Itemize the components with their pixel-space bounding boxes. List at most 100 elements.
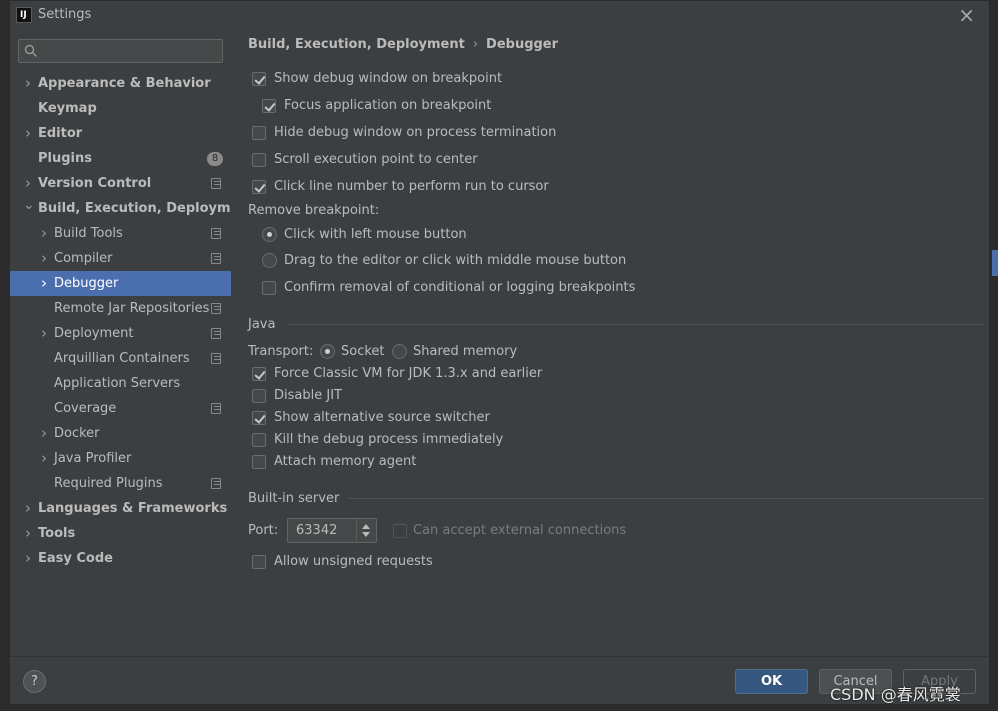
project-scope-icon: [211, 253, 221, 264]
sidebar-item-label: Application Servers: [54, 376, 181, 391]
hide-debug-window-checkbox[interactable]: [252, 126, 266, 140]
show-debug-window-checkbox[interactable]: [252, 72, 266, 86]
disable-jit-label: Disable JIT: [274, 388, 342, 403]
unsigned-requests-checkbox[interactable]: [252, 555, 266, 569]
sidebar-item-label: Required Plugins: [54, 476, 163, 491]
close-icon[interactable]: ×: [958, 3, 975, 27]
chevron-right-icon[interactable]: ›: [23, 521, 33, 546]
sidebar-item-languages-frameworks[interactable]: › Languages & Frameworks: [10, 496, 231, 521]
sidebar-item-editor[interactable]: › Editor: [10, 121, 231, 146]
breadcrumb-parent[interactable]: Build, Execution, Deployment: [248, 37, 465, 52]
chevron-down-icon[interactable]: ⌄: [23, 196, 35, 221]
sidebar-item-label: Build Tools: [54, 226, 123, 241]
help-button[interactable]: ?: [23, 670, 46, 693]
chevron-right-icon[interactable]: ›: [23, 496, 33, 521]
sidebar-item-deployment[interactable]: › Deployment: [10, 321, 231, 346]
settings-sidebar: › Appearance & Behavior Keymap › Editor Plugi…: [10, 30, 255, 656]
sidebar-item-arquillian-containers[interactable]: Arquillian Containers: [10, 346, 231, 371]
chevron-right-icon[interactable]: ›: [39, 271, 49, 296]
chevron-right-icon[interactable]: ›: [23, 71, 33, 96]
sidebar-item-label: Languages & Frameworks: [38, 501, 228, 516]
sidebar-item-java-profiler[interactable]: › Java Profiler: [10, 446, 231, 471]
shared-memory-label[interactable]: Shared memory: [413, 343, 517, 361]
chevron-right-icon[interactable]: ›: [39, 321, 49, 346]
project-scope-icon: [211, 228, 221, 239]
sidebar-item-keymap[interactable]: Keymap: [10, 96, 231, 121]
confirm-removal-label: Confirm removal of conditional or loggin…: [284, 280, 636, 295]
sidebar-item-label: Plugins: [38, 151, 92, 166]
port-spinner[interactable]: [356, 519, 376, 542]
sidebar-item-plugins[interactable]: Plugins 8: [10, 146, 231, 171]
project-scope-icon: [211, 353, 221, 364]
chevron-right-icon[interactable]: ›: [39, 421, 49, 446]
remove-drag-label: Drag to the editor or click with middle …: [284, 253, 627, 268]
attach-memory-agent-label: Attach memory agent: [274, 454, 417, 469]
chevron-right-icon[interactable]: ›: [23, 171, 33, 196]
port-value[interactable]: 63342: [296, 523, 337, 538]
scroll-execution-checkbox[interactable]: [252, 153, 266, 167]
java-section-title: Java: [248, 317, 276, 332]
sidebar-item-required-plugins[interactable]: Required Plugins: [10, 471, 231, 496]
kill-process-checkbox[interactable]: [252, 433, 266, 447]
socket-label[interactable]: Socket: [341, 343, 385, 361]
focus-application-label: Focus application on breakpoint: [284, 98, 492, 113]
remove-drag-radio[interactable]: [262, 253, 277, 268]
attach-memory-agent-checkbox[interactable]: [252, 455, 266, 469]
chevron-right-icon[interactable]: ›: [23, 546, 33, 571]
chevron-right-icon[interactable]: ›: [23, 121, 33, 146]
spinner-down-icon[interactable]: [362, 532, 370, 537]
sidebar-item-debugger[interactable]: › Debugger: [10, 271, 231, 296]
port-field[interactable]: 63342: [287, 518, 377, 543]
project-scope-icon: [211, 478, 221, 489]
alt-source-switcher-checkbox[interactable]: [252, 411, 266, 425]
hide-debug-window-label: Hide debug window on process termination: [274, 125, 557, 140]
alt-source-switcher-label: Show alternative source switcher: [274, 410, 490, 425]
chevron-right-icon[interactable]: ›: [39, 446, 49, 471]
sidebar-item-appearance-behavior[interactable]: › Appearance & Behavior: [10, 71, 231, 96]
transport-row: Transport: Socket Shared memory: [248, 343, 548, 361]
sidebar-item-label: Easy Code: [38, 551, 113, 566]
transport-label: Transport:: [248, 344, 314, 359]
remove-click-radio[interactable]: [262, 227, 277, 242]
search-input[interactable]: [18, 39, 223, 63]
project-scope-icon: [211, 328, 221, 339]
background-editor-left: [0, 0, 9, 711]
focus-application-checkbox[interactable]: [262, 99, 276, 113]
chevron-right-icon[interactable]: ›: [39, 246, 49, 271]
sidebar-item-docker[interactable]: › Docker: [10, 421, 231, 446]
click-line-number-checkbox[interactable]: [252, 180, 266, 194]
sidebar-item-label: Editor: [38, 126, 83, 141]
debugger-settings-panel: Build, Execution, Deployment › Debugger Sh…: [231, 30, 989, 656]
confirm-removal-checkbox[interactable]: [262, 281, 276, 295]
socket-radio[interactable]: [320, 344, 335, 359]
sidebar-item-label: Tools: [38, 526, 76, 541]
spinner-up-icon[interactable]: [362, 524, 370, 529]
ok-button[interactable]: OK: [735, 669, 808, 694]
shared-memory-radio[interactable]: [392, 344, 407, 359]
click-line-number-label: Click line number to perform run to curs…: [274, 179, 549, 194]
disable-jit-checkbox[interactable]: [252, 389, 266, 403]
external-connections-checkbox[interactable]: [393, 524, 407, 538]
sidebar-item-label: Keymap: [38, 101, 97, 116]
sidebar-item-build-execution-deployment[interactable]: ⌄ Build, Execution, Deployment: [10, 196, 255, 221]
sidebar-item-version-control[interactable]: › Version Control: [10, 171, 231, 196]
force-classic-vm-checkbox[interactable]: [252, 367, 266, 381]
sidebar-item-tools[interactable]: › Tools: [10, 521, 231, 546]
sidebar-item-label: Docker: [54, 426, 100, 441]
sidebar-item-compiler[interactable]: › Compiler: [10, 246, 231, 271]
sidebar-item-remote-jar-repositories[interactable]: Remote Jar Repositories: [10, 296, 231, 321]
remove-click-label: Click with left mouse button: [284, 227, 467, 242]
background-selection-marker: [992, 250, 998, 276]
sidebar-item-easy-code[interactable]: › Easy Code: [10, 546, 231, 571]
project-scope-icon: [211, 178, 221, 189]
updates-badge: 8: [207, 152, 223, 166]
sidebar-item-build-tools[interactable]: › Build Tools: [10, 221, 231, 246]
unsigned-requests-label: Allow unsigned requests: [274, 554, 433, 569]
search-icon: [24, 44, 37, 57]
server-section-divider: [348, 498, 984, 499]
sidebar-item-coverage[interactable]: Coverage: [10, 396, 231, 421]
sidebar-item-label: Deployment: [54, 326, 134, 341]
sidebar-item-application-servers[interactable]: Application Servers: [10, 371, 231, 396]
sidebar-item-label: Remote Jar Repositories: [54, 301, 210, 316]
chevron-right-icon[interactable]: ›: [39, 221, 49, 246]
